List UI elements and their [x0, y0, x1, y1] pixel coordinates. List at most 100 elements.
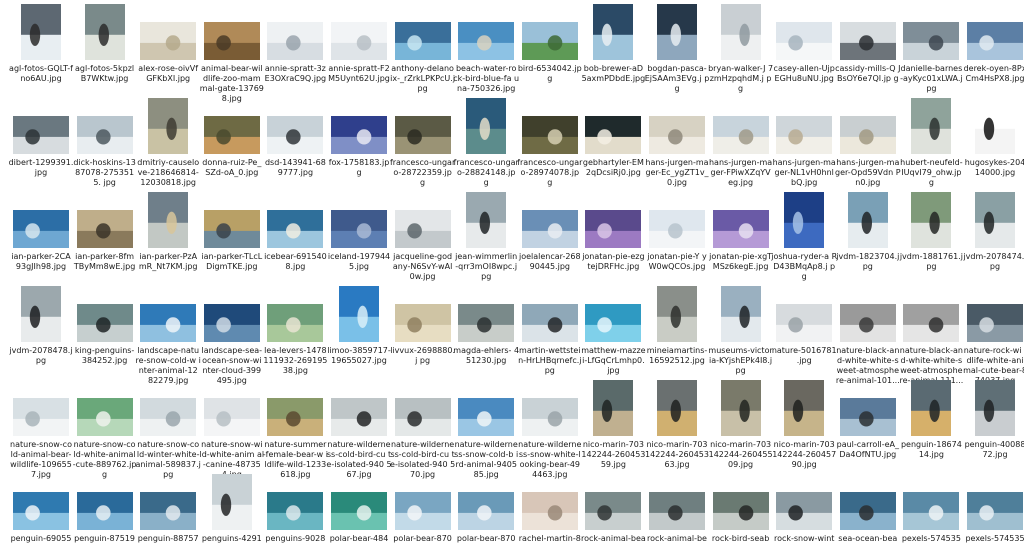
file-item[interactable]: penguin-87519: [74, 474, 136, 544]
file-item[interactable]: nature-wilderne ss-cold-bird-cu te-isola…: [390, 380, 455, 480]
file-item[interactable]: pexels-574535: [900, 474, 962, 544]
file-item[interactable]: annie-spratt-F2 M5Uynt62U.jpg: [328, 4, 390, 84]
file-item[interactable]: jvdm-1823704.j pg: [836, 192, 899, 272]
file-item[interactable]: sea-ocean-bea: [837, 474, 899, 544]
file-item[interactable]: martin-wettstei n-HrLHBqrnefc.j pg: [518, 286, 582, 376]
file-item[interactable]: nature-wilderne ss-snow-cold-b ird-anima…: [454, 380, 518, 480]
file-item[interactable]: nature-snow-wi ld-white-anim al-canine-4…: [199, 380, 264, 480]
file-item[interactable]: bogdan-pasca- EjSAAm3EVg.j pg: [645, 4, 709, 94]
file-item[interactable]: dick-hoskins-13 87078-2753515. jpg: [73, 98, 136, 188]
file-item[interactable]: annie-spratt-3z E3OXraC9Q.jpg: [264, 4, 326, 84]
file-item[interactable]: nature-snow-co ld-animal-bear- wildlife-…: [10, 380, 72, 480]
file-item[interactable]: penguins-4291: [201, 474, 263, 544]
file-item[interactable]: rock-animal-bea: [581, 474, 646, 544]
file-item[interactable]: nature-wilderne ss-cold-bird-cu te-isola…: [326, 380, 392, 480]
file-item[interactable]: bird-6534042.jp g: [518, 4, 582, 84]
file-item[interactable]: jvdm-1881761.j pg: [900, 192, 963, 272]
file-item[interactable]: danielle-barnes -ayKyc01xLWA.j pg: [900, 4, 963, 94]
file-item[interactable]: magda-ehlers- 451230.jpg: [453, 286, 519, 366]
file-item[interactable]: nico-marin-703 142244-260453 63.jpg: [645, 380, 709, 470]
file-item[interactable]: polar-bear-484: [328, 474, 390, 544]
file-item[interactable]: dibert-1299391. jpg: [9, 98, 73, 178]
file-item[interactable]: dmitriy-causelo ve-218646814- 12030818.j…: [137, 98, 199, 188]
file-item[interactable]: livvux-2698880.j pg: [390, 286, 455, 366]
file-item[interactable]: agl-fotos-5kpzl B7WKtw.jpg: [74, 4, 136, 84]
file-item[interactable]: animal-bear-wil dlife-zoo-mam mal-gate-1…: [200, 4, 264, 104]
file-item[interactable]: ian-parker-TLcL DigmTKE.jpg: [201, 192, 263, 272]
image-thumbnail: [975, 380, 1015, 436]
file-item[interactable]: penguin-69055: [10, 474, 72, 544]
file-item[interactable]: hans-jurgen-ma ger-FPiwXZqYV eg.jpg: [709, 98, 772, 188]
file-item[interactable]: rock-bird-seab: [710, 474, 772, 544]
file-item[interactable]: francesco-ungar o-28824148.jp g: [453, 98, 519, 188]
file-item[interactable]: beach-water-ro ck-bird-blue-fa una-75032…: [453, 4, 519, 94]
file-item[interactable]: nature-snow-co ld-winter-white- animal-5…: [136, 380, 201, 480]
file-item[interactable]: nico-marin-703 142244-260457 90.jpg: [772, 380, 836, 470]
file-item[interactable]: hans-jurgen-ma ger-Opd59Vdn Pn0.jpg: [835, 98, 901, 188]
file-item[interactable]: penguin-40088 72.jpg: [964, 380, 1024, 460]
file-item[interactable]: nature-rock-wi ldlife-white-ani mal-cute…: [963, 286, 1024, 386]
file-item[interactable]: bob-brewer-aD 5axmPDbdE.jpg: [582, 4, 645, 84]
file-item[interactable]: jonatan-pie-Y yW0wQCOs.jpg: [646, 192, 708, 272]
file-item[interactable]: jean-wimmerlin -qrr3mOI8wpc.j pg: [455, 192, 517, 282]
file-item[interactable]: pexels-574535: [964, 474, 1024, 544]
file-item[interactable]: nature-summer -female-bear-w ildlife-wil…: [263, 380, 328, 480]
file-item[interactable]: nature-5016781 .jpg: [772, 286, 837, 366]
file-item[interactable]: jonatan-pie-ezg tejDRFHc.jpg: [582, 192, 645, 272]
file-item[interactable]: jacqueline-god any-N6SvY-wAl 0w.jpg: [392, 192, 454, 282]
file-item[interactable]: rock-snow-wint: [773, 474, 835, 544]
file-item[interactable]: ian-parker-PzA mR_Nt7KM.jpg: [137, 192, 199, 272]
file-item[interactable]: jvdm-2078474.j pg: [963, 192, 1024, 272]
file-item[interactable]: penguin-18674 14.jpg: [900, 380, 962, 460]
file-item[interactable]: bryan-walker-J 7zmHzpqhdM.j pg: [708, 4, 773, 94]
file-item[interactable]: dsd-143941-68 9777.jpg: [264, 98, 326, 178]
file-item[interactable]: gebhartyler-EM 2qDcsiRj0.jpg: [582, 98, 644, 178]
file-item[interactable]: alex-rose-oivVf GFKbXI.jpg: [137, 4, 199, 84]
file-item[interactable]: ian-parker-8fm TByMm8wE.jpg: [74, 192, 136, 272]
file-item[interactable]: casey-allen-Ujp EGHu8uNU.jpg: [773, 4, 835, 84]
file-name-label: francesco-ungar o-28824148.jp g: [453, 158, 519, 187]
file-item[interactable]: agl-fotos-GQLT-fno6AU.jpg: [9, 4, 73, 84]
file-item[interactable]: donna-ruiz-Pe_ SZd-oA_0.jpg: [201, 98, 263, 178]
file-item[interactable]: hans-jurgen-ma ger-NL1vH0hnl bQ.jpg: [773, 98, 836, 188]
thumbnail-frame: [710, 474, 772, 530]
file-item[interactable]: king-penguins- 384252.jpg: [74, 286, 136, 366]
file-item[interactable]: mineiamartins- 16592512.jpg: [646, 286, 708, 366]
file-item[interactable]: nature-snow-co ld-white-animal -cute-889…: [73, 380, 136, 480]
file-item[interactable]: jvdm-2078478.j pg: [9, 286, 73, 366]
file-item[interactable]: penguins-9028: [264, 474, 326, 544]
file-item[interactable]: hans-jurgen-ma ger-Ec_ygZT1v_ 0.jpg: [645, 98, 709, 188]
file-item[interactable]: lea-levers-1478 111932-269195 38.jpg: [263, 286, 327, 376]
file-item[interactable]: iceland-197944 5.jpg: [328, 192, 390, 272]
file-item[interactable]: paul-carroll-eA_ Da4OfNTU.jpg: [837, 380, 899, 460]
file-item[interactable]: hugosykes-204 14000.jpg: [964, 98, 1024, 178]
file-item[interactable]: nature-wilderne ss-snow-white-l ooking-b…: [518, 380, 581, 480]
file-item[interactable]: derek-oyen-8Px Cm4HsPX8.jpg: [964, 4, 1024, 84]
file-name-label: donna-ruiz-Pe_ SZd-oA_0.jpg: [202, 158, 262, 177]
file-item[interactable]: jonatan-pie-xgT MSz6kegE.jpg: [709, 192, 772, 272]
file-item[interactable]: nico-marin-703 142244-260455 09.jpg: [709, 380, 773, 470]
file-item[interactable]: polar-bear-870: [392, 474, 454, 544]
file-item[interactable]: nico-marin-703 142244-260453 59.jpg: [581, 380, 645, 470]
file-item[interactable]: joelalencar-268 90445.jpg: [519, 192, 581, 272]
file-item[interactable]: francesco-ungar o-28722359.jp g: [390, 98, 455, 188]
file-item[interactable]: nature-black-an d-white-white-s weet-atm…: [899, 286, 963, 386]
file-item[interactable]: museums-victor ia-KYjshEPk4I8.j pg: [708, 286, 773, 376]
file-item[interactable]: hubert-neufeld- IUqvI79_ohw.jp g: [900, 98, 963, 188]
file-item[interactable]: joshua-ryder-a RD43BMqAp8.j pg: [771, 192, 837, 282]
file-item[interactable]: penguin-88757: [137, 474, 199, 544]
file-item[interactable]: polar-bear-870: [455, 474, 517, 544]
file-item[interactable]: ian-parker-2CA 93gJIh98.jpg: [10, 192, 72, 272]
file-item[interactable]: rachel-martin-8: [519, 474, 581, 544]
file-item[interactable]: fox-1758183.jp g: [328, 98, 390, 178]
file-item[interactable]: landscape-natu re-snow-cold-w inter-anim…: [136, 286, 201, 386]
file-item[interactable]: icebear-691540 8.jpg: [264, 192, 327, 272]
file-item[interactable]: rock-animal-be: [646, 474, 708, 544]
file-item[interactable]: matthew-mazze i-LfGqCrLmhp0. jpg: [581, 286, 646, 376]
file-item[interactable]: nature-black-an d-white-white-s weet-atm…: [836, 286, 900, 386]
file-item[interactable]: cassidy-mills-Q JBsOY6e7QI.jp g: [835, 4, 901, 84]
file-item[interactable]: landscape-sea- ocean-snow-wi nter-cloud-…: [201, 286, 263, 386]
file-item[interactable]: limoo-3859717- 19655027.jpg: [327, 286, 391, 366]
file-item[interactable]: francesco-ungar o-28974078.jp g: [517, 98, 582, 188]
file-item[interactable]: anthony-delano ix-_rZrkLPKPcU.j pg: [390, 4, 455, 94]
